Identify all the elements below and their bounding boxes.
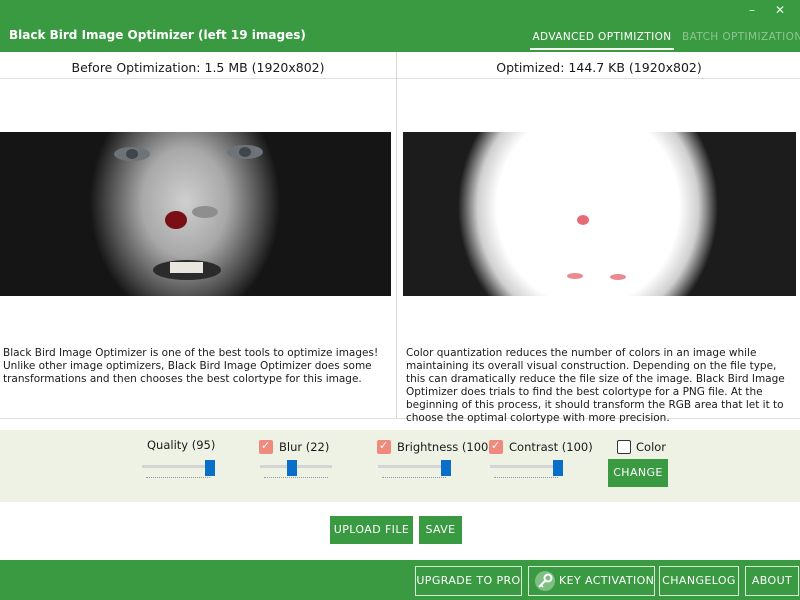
after-description: Color quantization reduces the number of… — [406, 347, 785, 424]
after-panel-title: Optimized: 144.7 KB (1920x802) — [496, 60, 702, 75]
key-activation-label: KEY ACTIVATION — [559, 574, 655, 587]
before-image — [0, 132, 391, 296]
contrast-checkbox[interactable] — [489, 439, 503, 454]
brightness-slider-track — [378, 465, 450, 468]
quality-slider[interactable] — [142, 460, 216, 484]
quality-slider-track — [142, 465, 214, 468]
panel-divider — [396, 52, 397, 418]
change-button[interactable]: CHANGE — [608, 459, 668, 487]
blur-checkbox[interactable] — [259, 439, 273, 454]
upload-file-button[interactable]: UPLOAD FILE — [330, 516, 413, 544]
blur-slider[interactable] — [260, 460, 332, 484]
changelog-button[interactable]: CHANGELOG — [659, 566, 739, 596]
color-label: Color — [636, 440, 667, 454]
contrast-slider-thumb[interactable] — [553, 460, 564, 476]
before-panel-title: Before Optimization: 1.5 MB (1920x802) — [71, 60, 325, 75]
footer-bar: UPGRADE TO PRO KEY ACTIVATION CHANGELOG … — [0, 560, 800, 600]
blur-label: Blur (22) — [279, 440, 330, 454]
quality-label: Quality (95) — [147, 438, 216, 452]
about-button[interactable]: ABOUT — [745, 566, 799, 596]
before-description: Black Bird Image Optimizer is one of the… — [3, 347, 379, 385]
after-image — [403, 132, 796, 296]
tab-advanced-optimization[interactable]: ADVANCED OPTIMIZTION — [530, 31, 674, 50]
brightness-slider-thumb[interactable] — [441, 460, 452, 476]
close-icon[interactable]: ✕ — [768, 0, 792, 20]
brightness-slider[interactable] — [378, 460, 452, 484]
app-header: Black Bird Image Optimizer (left 19 imag… — [0, 20, 800, 52]
upgrade-to-pro-button[interactable]: UPGRADE TO PRO — [415, 566, 522, 596]
brightness-checkbox[interactable] — [377, 439, 391, 454]
app-title: Black Bird Image Optimizer (left 19 imag… — [9, 28, 306, 42]
contrast-slider-ticks — [494, 477, 558, 478]
brightness-label: Brightness (100) — [397, 440, 493, 454]
color-checkbox[interactable] — [617, 440, 631, 454]
blur-slider-thumb[interactable] — [286, 460, 297, 476]
minimize-icon[interactable]: – — [740, 0, 764, 20]
brightness-slider-ticks — [382, 477, 446, 478]
blur-slider-ticks — [264, 477, 328, 478]
contrast-slider[interactable] — [490, 460, 564, 484]
save-button[interactable]: SAVE — [419, 516, 462, 544]
window-title-bar: – ✕ — [0, 0, 800, 20]
contrast-label: Contrast (100) — [509, 440, 593, 454]
quality-slider-ticks — [146, 477, 210, 478]
tab-batch-optimization[interactable]: BATCH OPTIMIZATION — [682, 31, 800, 43]
panel-header-divider — [0, 78, 800, 79]
quality-slider-thumb[interactable] — [205, 460, 216, 476]
key-icon — [535, 571, 555, 591]
key-activation-button[interactable]: KEY ACTIVATION — [528, 566, 655, 596]
contrast-slider-track — [490, 465, 562, 468]
